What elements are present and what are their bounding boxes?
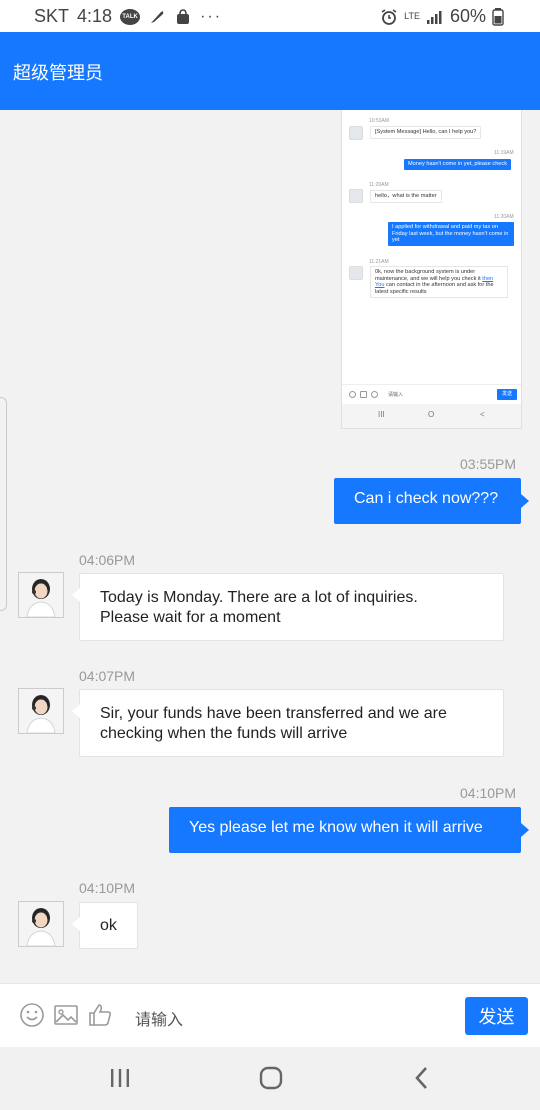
bubble-tail bbox=[521, 823, 529, 837]
bubble-tail bbox=[72, 588, 80, 602]
shot-text: can contact in the afternoon and ask for… bbox=[375, 282, 494, 295]
shot-placeholder: 请输入 bbox=[388, 392, 404, 398]
app-header: 超级管理员 bbox=[0, 32, 540, 110]
message-bubble-outgoing[interactable]: Yes please let me know when it will arri… bbox=[169, 807, 529, 853]
message-time: 04:10PM bbox=[79, 880, 136, 896]
message-time: 04:10PM bbox=[460, 785, 517, 801]
message-time: 03:55PM bbox=[460, 456, 517, 472]
shot-avatar bbox=[349, 189, 363, 203]
message-time: 04:06PM bbox=[79, 552, 136, 568]
bubble-tail bbox=[521, 494, 529, 508]
back-icon[interactable] bbox=[407, 1063, 437, 1093]
shot-message: 0k, now the background system is under m… bbox=[370, 266, 508, 298]
shot-send: 发送 bbox=[497, 389, 517, 400]
shot-time: 11:21AM bbox=[369, 259, 389, 265]
message-input[interactable]: 请输入 bbox=[135, 1006, 183, 1030]
shot-message: I applied for withdrawal and paid my tax… bbox=[388, 222, 514, 246]
shopping-bag-icon bbox=[174, 8, 192, 26]
agent-avatar[interactable] bbox=[18, 688, 64, 734]
message-input-bar: 请输入 发送 bbox=[0, 983, 540, 1047]
status-bar: SKT 4:18 TALK ··· LTE 60% bbox=[0, 0, 540, 32]
message-text-line: Sir, your funds have been transferred an… bbox=[100, 705, 447, 722]
shot-message: Money hasn't come in yet, please check bbox=[404, 159, 512, 170]
more-notifications-icon: ··· bbox=[200, 7, 223, 25]
bubble-tail bbox=[72, 917, 80, 931]
shot-time: 11:19AM bbox=[494, 150, 514, 156]
thumbs-up-icon[interactable] bbox=[87, 1002, 113, 1028]
system-nav-bar bbox=[0, 1047, 540, 1110]
signal-icon bbox=[426, 8, 444, 26]
shot-image-icon bbox=[360, 391, 367, 398]
message-text: Yes please let me know when it will arri… bbox=[189, 819, 483, 836]
shot-time: 10:53AM bbox=[369, 118, 390, 124]
shot-home-icon: O bbox=[428, 410, 435, 419]
message-time: 04:07PM bbox=[79, 668, 136, 684]
shot-back-icon: < bbox=[480, 410, 485, 419]
image-icon[interactable] bbox=[53, 1002, 79, 1028]
agent-avatar[interactable] bbox=[18, 901, 64, 947]
screenshot-image[interactable]: 10:53AM [System Message] Hello, can I he… bbox=[341, 110, 522, 429]
chat-messages[interactable]: 10:53AM [System Message] Hello, can I he… bbox=[0, 110, 540, 983]
shot-input-bar: 请输入 发送 bbox=[342, 384, 521, 405]
edge-panel-handle[interactable] bbox=[0, 397, 7, 611]
shot-avatar bbox=[349, 126, 363, 140]
shot-recent-icon: III bbox=[378, 410, 385, 419]
carrier: SKT bbox=[34, 6, 70, 26]
feather-icon bbox=[148, 8, 166, 26]
bubble-tail bbox=[72, 704, 80, 718]
message-text-line: checking when the funds will arrive bbox=[100, 725, 348, 742]
recent-apps-icon[interactable] bbox=[105, 1063, 135, 1093]
message-bubble-incoming[interactable]: Sir, your funds have been transferred an… bbox=[72, 689, 504, 757]
shot-nav: III O < bbox=[342, 404, 521, 428]
message-bubble-outgoing[interactable]: Can i check now??? bbox=[334, 478, 529, 524]
send-button[interactable]: 发送 bbox=[465, 997, 528, 1035]
shot-time: 11:20AM bbox=[369, 182, 389, 188]
shot-like-icon bbox=[371, 391, 378, 398]
shot-time: 11:20AM bbox=[494, 214, 514, 220]
shot-avatar bbox=[349, 266, 363, 280]
page-title: 超级管理员 bbox=[13, 63, 103, 83]
clock: 4:18 bbox=[77, 6, 113, 26]
battery-icon bbox=[492, 7, 510, 26]
shot-message: [System Message] Hello, can I help you? bbox=[370, 126, 482, 139]
agent-avatar[interactable] bbox=[18, 572, 64, 618]
shot-message: hello，what is the matter bbox=[370, 190, 442, 203]
message-bubble-incoming[interactable]: ok bbox=[72, 902, 138, 949]
message-text: Can i check now??? bbox=[354, 490, 499, 507]
message-text: ok bbox=[100, 917, 117, 934]
emoji-icon[interactable] bbox=[19, 1002, 45, 1028]
shot-text: 0k, now the background system is under m… bbox=[375, 269, 481, 282]
kakaotalk-icon: TALK bbox=[120, 8, 141, 25]
alarm-icon bbox=[380, 8, 398, 26]
network-type: LTE bbox=[404, 11, 420, 21]
message-bubble-incoming[interactable]: Today is Monday. There are a lot of inqu… bbox=[72, 573, 504, 641]
message-text-line: Please wait for a moment bbox=[100, 609, 281, 626]
battery-percent: 60% bbox=[449, 6, 486, 26]
message-text-line: Today is Monday. There are a lot of inqu… bbox=[100, 589, 418, 606]
home-icon[interactable] bbox=[256, 1063, 286, 1093]
shot-emoji-icon bbox=[349, 391, 356, 398]
